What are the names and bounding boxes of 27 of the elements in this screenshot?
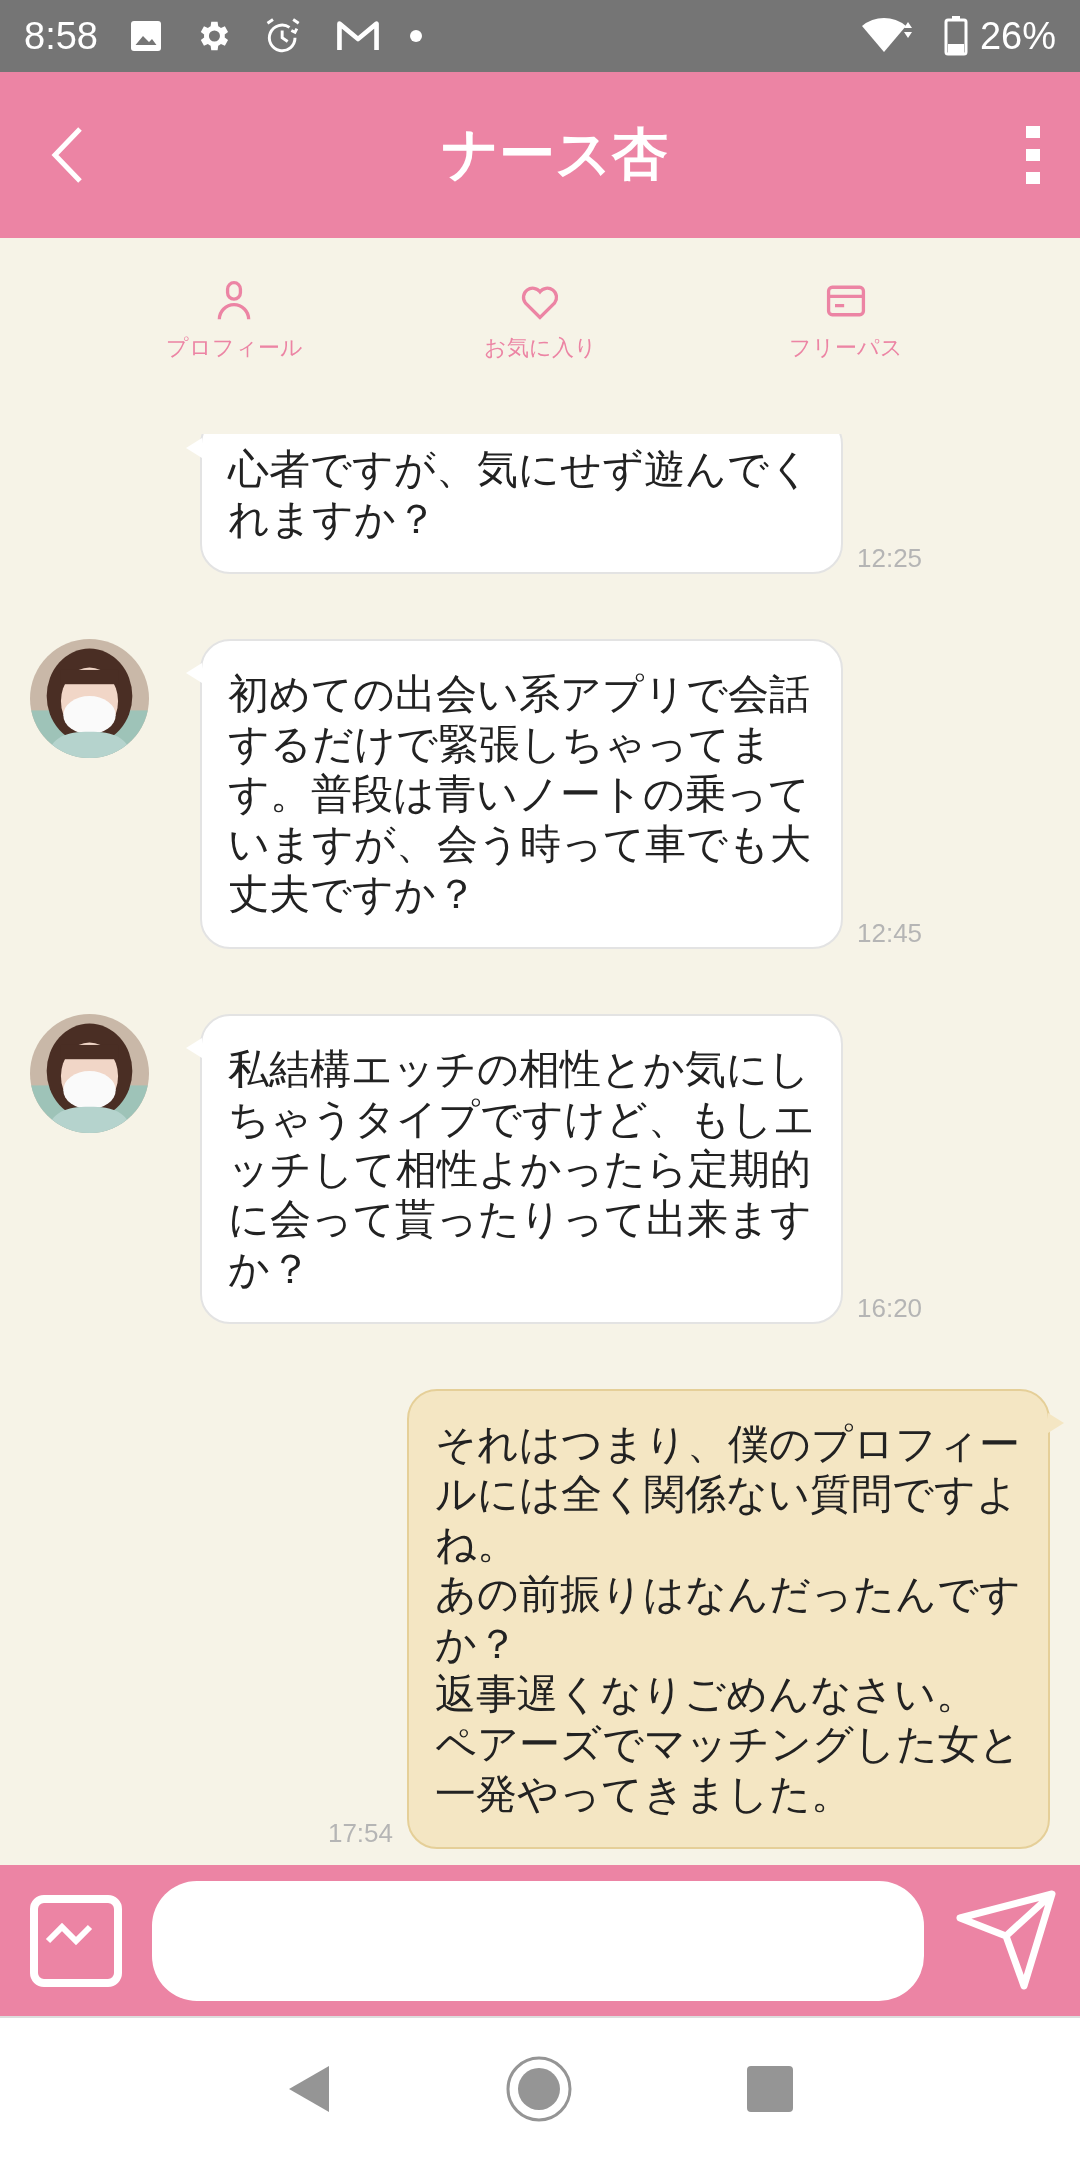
- bubble-tail: [186, 663, 202, 683]
- message-input[interactable]: [152, 1880, 924, 2001]
- battery-percent: 26%: [979, 14, 1056, 58]
- profile-tab[interactable]: お気に入り: [387, 278, 693, 364]
- bubble-tail: [1048, 1413, 1064, 1433]
- home-nav-icon[interactable]: [506, 2056, 572, 2122]
- chat-title: ナース杏: [442, 120, 668, 188]
- bubble-tail: [186, 438, 202, 458]
- back-button[interactable]: [50, 125, 84, 185]
- back-icon: [50, 125, 84, 185]
- message-time: 17:54: [327, 1818, 393, 1849]
- battery-icon: [943, 16, 968, 56]
- message-time: 12:25: [857, 543, 923, 574]
- notification-dot-icon: [409, 30, 422, 42]
- recents-nav-icon[interactable]: [746, 2066, 793, 2112]
- chart-icon: [28, 1892, 124, 1989]
- status-time: 8:58: [24, 14, 98, 58]
- back-nav-icon[interactable]: [287, 2064, 332, 2114]
- profile-tab[interactable]: フリーパス: [693, 278, 999, 364]
- mail-icon: [335, 19, 380, 53]
- message-time: 16:20: [857, 1293, 923, 1324]
- bubble-tail: [186, 1038, 202, 1058]
- message-time: 12:45: [857, 918, 923, 949]
- stamp-button[interactable]: [28, 1892, 124, 1989]
- menu-button[interactable]: [1026, 126, 1040, 184]
- profile-tab[interactable]: プロフィール: [81, 278, 387, 364]
- more-icon: [1026, 126, 1040, 184]
